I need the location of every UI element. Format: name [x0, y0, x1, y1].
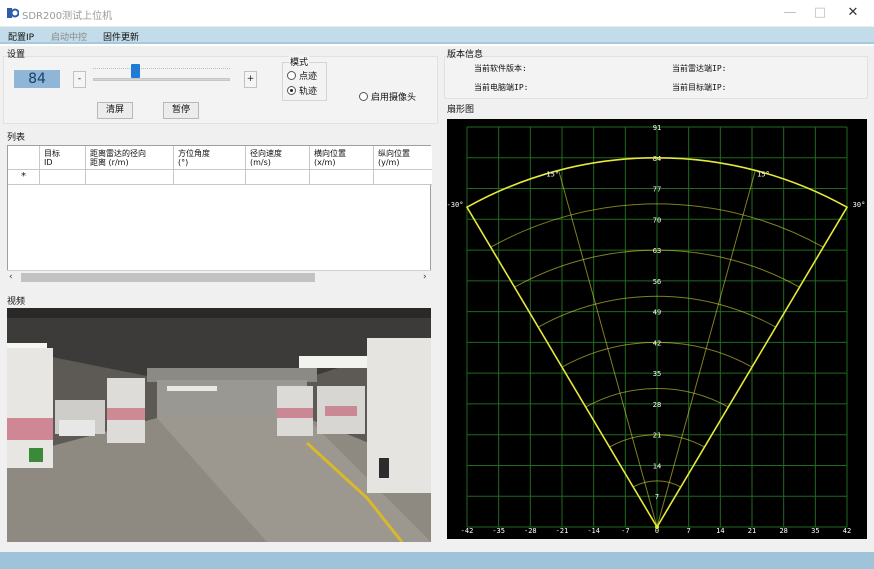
list-group-label: 列表	[7, 133, 26, 143]
camera-label: 启用摄像头	[371, 93, 417, 103]
y-tick-label: 77	[653, 186, 661, 194]
y-tick-label: 70	[653, 216, 661, 224]
value-slider-track[interactable]	[93, 78, 230, 81]
azimuth-spoke	[656, 170, 756, 528]
y-tick-label: 63	[653, 247, 661, 255]
x-tick-label: 7	[687, 527, 691, 535]
radar-ip-label: 当前雷达端IP:	[672, 64, 727, 73]
mode-group-label: 模式	[289, 55, 310, 68]
close-button[interactable]: ✕	[843, 4, 863, 22]
value-display: 84	[14, 70, 60, 88]
new-row-marker: *	[8, 170, 40, 185]
column-header-y[interactable]: 纵向位置 (y/m)	[374, 146, 432, 170]
table-cell[interactable]	[86, 170, 174, 185]
azimuth-spoke	[558, 170, 658, 528]
y-tick-label: 21	[653, 432, 661, 440]
y-tick-label: 7	[655, 493, 659, 501]
settings-group-label: 设置	[7, 50, 26, 60]
radar-sector-chart: -42 -35 -28 -21 -14 -7 0 7 14 21 28 35 4271421283542…	[447, 119, 867, 539]
x-tick-label: -21	[556, 527, 569, 535]
app-icon	[7, 8, 19, 18]
video-group-label: 视频	[7, 297, 26, 307]
y-tick-label: 42	[653, 339, 661, 347]
angle-label: -15°	[542, 170, 559, 178]
y-tick-label: 91	[653, 124, 661, 132]
column-header-x[interactable]: 横向位置 (x/m)	[310, 146, 374, 170]
table-cell[interactable]	[174, 170, 246, 185]
scroll-right-icon[interactable]: ›	[423, 272, 427, 282]
increment-button[interactable]: +	[244, 71, 257, 88]
minimize-button[interactable]: —	[780, 4, 800, 22]
table-cell[interactable]	[374, 170, 432, 185]
target-table: 目标 ID 距离雷达的径向 距离 (r/m) 方位角度 (°) 径向速度 (m/…	[7, 145, 432, 285]
decrement-button[interactable]: -	[73, 71, 86, 88]
scroll-left-icon[interactable]: ‹	[9, 272, 13, 282]
status-strip	[0, 552, 874, 569]
column-header-id[interactable]: 目标 ID	[40, 146, 86, 170]
mode-radio-point[interactable]	[287, 71, 296, 80]
x-tick-label: 14	[716, 527, 724, 535]
target-ip-label: 当前目标端IP:	[672, 83, 727, 92]
maximize-button[interactable]: □	[810, 4, 830, 22]
row-header-corner	[8, 146, 40, 170]
camera-radio[interactable]	[359, 92, 368, 101]
x-tick-label: -28	[524, 527, 537, 535]
clear-screen-button[interactable]: 清屏	[97, 102, 133, 119]
table-scrollbar-thumb[interactable]	[21, 273, 315, 282]
angle-label: 30°	[853, 201, 866, 209]
x-tick-label: -14	[587, 527, 600, 535]
table-cell[interactable]	[310, 170, 374, 185]
x-tick-label: 21	[748, 527, 756, 535]
menu-start-control: 启动中控	[51, 33, 88, 43]
mode-label-track: 轨迹	[299, 87, 318, 97]
angle-label: -30°	[447, 201, 463, 209]
y-tick-label: 56	[653, 278, 661, 286]
version-group-label: 版本信息	[447, 50, 484, 60]
y-tick-label: 35	[653, 370, 661, 378]
x-tick-label: 42	[843, 527, 851, 535]
slider-ticks	[93, 68, 230, 72]
mode-label-point: 点迹	[299, 72, 318, 82]
column-header-distance[interactable]: 距离雷达的径向 距离 (r/m)	[86, 146, 174, 170]
x-tick-label: -35	[492, 527, 505, 535]
table-cell[interactable]	[246, 170, 310, 185]
mode-radio-track[interactable]	[287, 86, 296, 95]
value-slider-thumb[interactable]	[131, 64, 141, 78]
y-tick-label: 28	[653, 401, 661, 409]
column-header-radial-speed[interactable]: 径向速度 (m/s)	[246, 146, 310, 170]
x-tick-label: -7	[621, 527, 629, 535]
pc-ip-label: 当前电脑端IP:	[474, 83, 529, 92]
angle-label: 15°	[757, 170, 770, 178]
radar-origin	[655, 525, 659, 529]
y-tick-label: 84	[653, 155, 661, 163]
radar-group-label: 扇形图	[447, 105, 475, 115]
menu-firmware-update[interactable]: 固件更新	[103, 30, 139, 43]
camera-video-feed	[7, 308, 431, 542]
y-tick-label: 14	[653, 462, 661, 470]
software-version-label: 当前软件版本:	[474, 64, 527, 73]
menu-config-ip[interactable]: 配置IP	[8, 30, 34, 43]
table-cell[interactable]	[40, 170, 86, 185]
x-tick-label: -42	[461, 527, 474, 535]
column-header-azimuth[interactable]: 方位角度 (°)	[174, 146, 246, 170]
y-tick-label: 49	[653, 309, 661, 317]
title-bar	[0, 0, 874, 27]
x-tick-label: 35	[811, 527, 819, 535]
x-tick-label: 28	[779, 527, 787, 535]
pause-button[interactable]: 暂停	[163, 102, 199, 119]
window-title: SDR200测试上位机	[22, 11, 113, 22]
